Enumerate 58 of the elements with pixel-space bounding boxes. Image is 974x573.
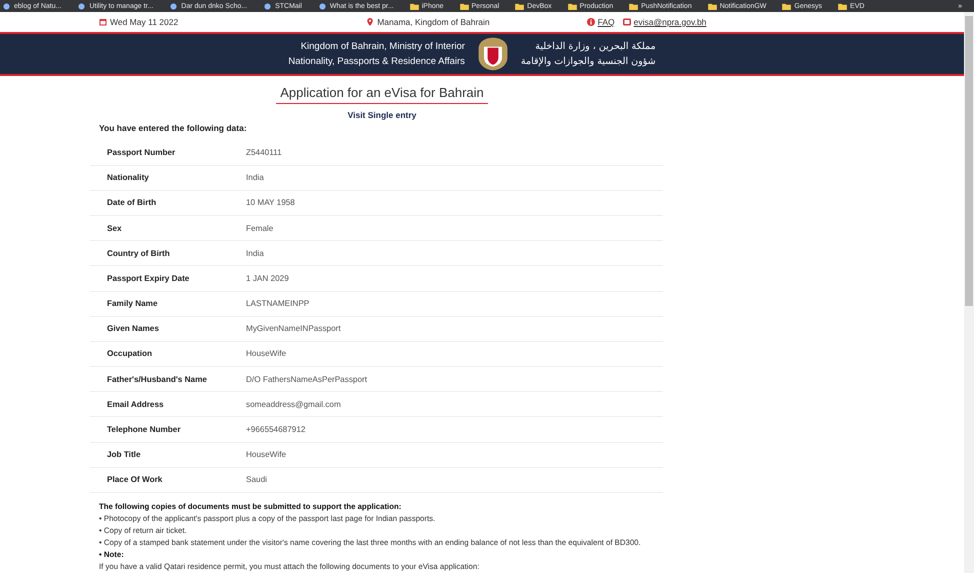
- field-label: Country of Birth: [106, 248, 171, 258]
- field-label: Telephone Number: [106, 425, 182, 434]
- field-value: HouseWife: [246, 450, 286, 460]
- field-label: Family Name: [106, 299, 159, 308]
- field-value: India: [246, 173, 264, 182]
- folder-icon: [460, 2, 469, 10]
- field-value: Saudi: [246, 475, 267, 484]
- site-icon: [2, 2, 11, 10]
- faq-link[interactable]: FAQ: [598, 16, 615, 27]
- ministry-name: Nationality, Passports & Residence Affairs: [288, 54, 465, 69]
- map-pin-icon: [366, 18, 374, 26]
- folder-icon: [629, 2, 638, 10]
- scrollbar-thumb[interactable]: [965, 16, 973, 306]
- ministry-name: Kingdom of Bahrain, Ministry of Interior: [300, 40, 465, 54]
- field-value: 10 MAY 1958: [246, 198, 295, 208]
- folder-icon: [515, 2, 524, 10]
- folder-icon: [708, 2, 717, 10]
- field-label: Date of Birth: [106, 198, 158, 208]
- field-value: 1 JAN 2029: [246, 274, 289, 283]
- field-label: Given Names: [106, 324, 160, 334]
- location-text: Manama, Kingdom of Bahrain: [366, 16, 490, 27]
- ministry-name-arabic: شؤون الجنسية والجوازات والإقامة: [520, 54, 656, 69]
- field-value: +966554687912: [246, 425, 306, 434]
- folder-icon: [410, 2, 419, 10]
- field-value: LASTNAMEINPP: [246, 299, 310, 308]
- site-icon: [169, 2, 178, 10]
- scrollbar[interactable]: [964, 12, 974, 573]
- folder-icon: [782, 2, 792, 10]
- field-value: India: [246, 248, 264, 258]
- field-value: MyGivenNameINPassport: [246, 324, 341, 334]
- field-label: Passport Expiry Date: [106, 274, 190, 283]
- folder-icon: [838, 2, 848, 10]
- email-link[interactable]: evisa@npra.gov.bh: [634, 16, 706, 27]
- field-value: Female: [246, 224, 274, 233]
- site-icon: [318, 2, 327, 10]
- calendar-icon: [99, 18, 107, 26]
- field-value: D/O FathersNameAsPerPassport: [246, 374, 368, 384]
- site-icon: [77, 2, 86, 10]
- info-icon: [586, 18, 595, 26]
- envelope-icon: [622, 18, 631, 26]
- field-label: Nationality: [106, 173, 150, 182]
- page-title: Application for an eVisa for Bahrain: [276, 85, 488, 104]
- field-value: someaddress@gmail.com: [246, 400, 341, 409]
- field-label: Occupation: [106, 349, 154, 358]
- field-label: Father's/Husband's Name: [106, 374, 208, 384]
- field-label: Job Title: [106, 450, 142, 460]
- folder-icon: [568, 2, 577, 10]
- field-label: Passport Number: [106, 148, 176, 157]
- field-value: Z5440111: [246, 148, 282, 157]
- site-icon: [263, 2, 272, 10]
- subtitle: Visit Single entry: [346, 110, 418, 120]
- intro-text: You have entered the following data:: [99, 123, 248, 134]
- ministry-name-arabic: مملكة البحرين ، وزارة الداخلية: [534, 40, 656, 54]
- field-value: HouseWife: [246, 349, 286, 358]
- field-label: Sex: [106, 224, 123, 233]
- field-label: Email Address: [106, 400, 165, 409]
- field-label: Place Of Work: [106, 475, 164, 484]
- date-text: Wed May 11 2022: [99, 16, 178, 27]
